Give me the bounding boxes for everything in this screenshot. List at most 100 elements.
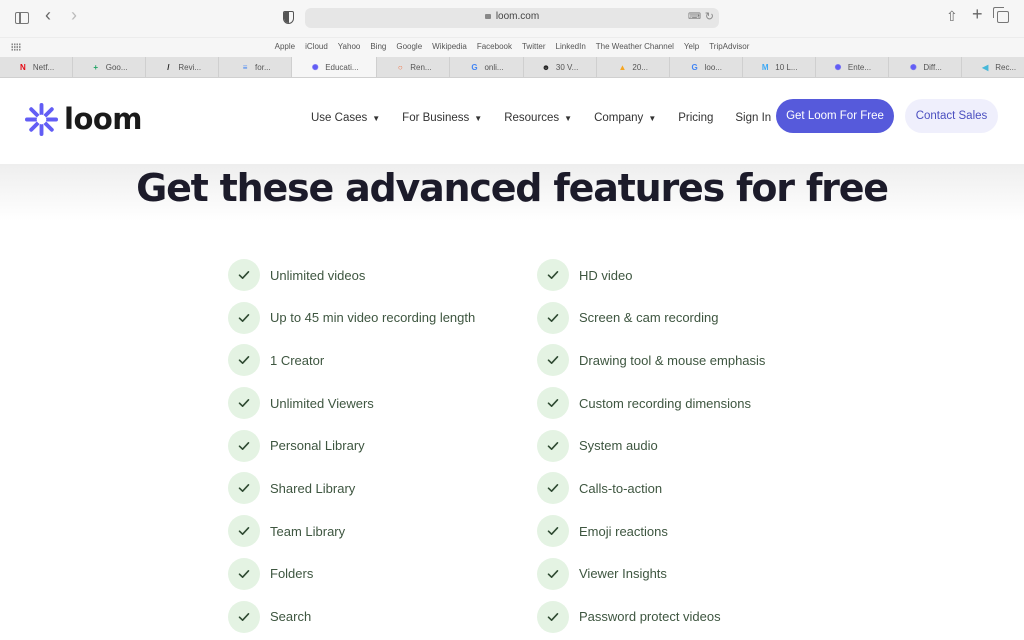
checkmark-icon <box>537 344 569 377</box>
favorite-link[interactable]: Yelp <box>684 42 699 51</box>
hero-section: Get these advanced features for free <box>0 164 1024 221</box>
checkmark-icon <box>228 600 260 633</box>
favorite-link[interactable]: TripAdvisor <box>709 42 749 51</box>
back-arrow-icon[interactable]: ‹ <box>45 6 51 24</box>
feature-label: Password protect videos <box>579 609 721 624</box>
sidebar-toggle-icon[interactable] <box>15 12 29 24</box>
loom-icon: ✺ <box>909 62 917 72</box>
feature-item: Custom recording dimensions <box>537 387 765 420</box>
tab-label: Ren... <box>410 62 432 72</box>
nav-item-label: Company <box>594 112 644 124</box>
tab-label: Revi... <box>178 62 202 72</box>
browser-tab[interactable]: ☻ 30 V... <box>524 57 597 77</box>
browser-tab[interactable]: ○ Ren... <box>377 57 451 77</box>
browser-tab[interactable]: N Netf... <box>0 57 74 77</box>
feature-item: Unlimited videos <box>228 259 475 291</box>
feature-label: Personal Library <box>270 438 365 454</box>
checkmark-icon <box>537 472 569 505</box>
feature-label: Search <box>270 609 312 624</box>
browser-tab[interactable]: Gonli... <box>450 57 524 77</box>
mountain-icon: ▲ <box>618 62 627 72</box>
netflix-icon: N <box>19 62 26 72</box>
browser-tab[interactable]: M 10 L... <box>743 57 816 77</box>
lock-icon <box>484 14 491 19</box>
favorite-link[interactable]: Facebook <box>477 42 512 51</box>
checkmark-icon <box>537 387 569 420</box>
favorite-link[interactable]: Wikipedia <box>432 42 467 51</box>
checkmark-icon <box>228 429 260 462</box>
address-bar[interactable]: loom.com ⌨ ↻ <box>305 8 719 28</box>
feature-item: Personal Library <box>228 429 475 462</box>
nav-item-for-business[interactable]: For Business ▼ <box>402 112 482 124</box>
feature-item: Calls-to-action <box>537 472 765 505</box>
feature-item: Password protect videos <box>537 600 765 633</box>
feature-item: Team Library <box>228 515 475 548</box>
browser-tab[interactable]: ✺ Educati... <box>292 57 378 77</box>
favorite-link[interactable]: Yahoo <box>338 42 361 51</box>
features-left-column: Unlimited videos Up to 45 min video recor… <box>228 259 475 640</box>
google-docs-icon: ≡ <box>242 62 248 72</box>
checkmark-icon <box>537 301 569 334</box>
feature-item: 1 Creator <box>228 344 475 377</box>
tab-label: 10 L... <box>775 62 798 72</box>
checkmark-icon <box>537 600 569 633</box>
nav-item-label: Resources <box>504 112 560 124</box>
user-icon: ☻ <box>541 62 551 72</box>
feature-item: HD video <box>537 259 765 291</box>
brand-name: loom <box>64 102 143 136</box>
tab-label: Diff... <box>923 62 942 72</box>
browser-tab[interactable]: + Goo... <box>73 57 147 77</box>
feature-item: Search <box>228 600 475 633</box>
favorite-link[interactable]: Bing <box>370 42 386 51</box>
tab-overview-icon[interactable] <box>993 7 1009 23</box>
favorite-link[interactable]: Apple <box>275 42 295 51</box>
feature-item: Up to 45 min video recording length <box>228 301 475 334</box>
browser-tab[interactable]: ✺ Diff... <box>889 57 963 77</box>
google-icon: G <box>471 62 478 72</box>
favorite-link[interactable]: Twitter <box>522 42 546 51</box>
nav-item-sign-in[interactable]: Sign In <box>735 112 771 124</box>
privacy-shield-icon[interactable] <box>283 11 294 24</box>
ring-icon: ○ <box>397 62 403 72</box>
favorites-bar: Apple iCloud Yahoo Bing Google Wikipedia Faceb… <box>0 37 1024 57</box>
browser-tab[interactable]: ≡ for... <box>219 57 293 77</box>
feature-item: Shared Library <box>228 472 475 505</box>
favorite-link[interactable]: LinkedIn <box>556 42 586 51</box>
browser-tab[interactable]: ✺ Ente... <box>816 57 890 77</box>
tab-label: onli... <box>484 62 504 72</box>
revision-icon: / <box>167 62 170 72</box>
nav-item-pricing[interactable]: Pricing <box>678 112 713 124</box>
loom-logo-icon <box>25 102 58 136</box>
caret-down-icon: ▼ <box>372 114 381 123</box>
browser-tab[interactable]: / Revi... <box>146 57 220 77</box>
translate-icon[interactable]: ⌨ <box>688 11 701 22</box>
browser-tab[interactable]: ◀ Rec... <box>962 57 1024 77</box>
favorite-link[interactable]: The Weather Channel <box>596 42 674 51</box>
caret-down-icon: ▼ <box>648 114 657 123</box>
reload-icon[interactable]: ↻ <box>705 10 714 23</box>
new-tab-icon[interactable]: + <box>972 5 983 23</box>
contact-sales-button[interactable]: Contact Sales <box>905 99 998 133</box>
tab-label: Netf... <box>32 62 55 72</box>
m-icon: M <box>761 62 769 72</box>
nav-item-resources[interactable]: Resources ▼ <box>504 112 572 124</box>
nav-item-label: Pricing <box>678 112 714 124</box>
checkmark-icon <box>228 387 260 420</box>
nav-item-label: Use Cases <box>311 112 368 124</box>
favorite-link[interactable]: iCloud <box>305 42 328 51</box>
loom-logo[interactable]: loom <box>25 102 143 136</box>
url-text: loom.com <box>495 11 540 22</box>
feature-label: Team Library <box>270 523 346 539</box>
forward-arrow-icon[interactable]: › <box>71 6 77 24</box>
checkmark-icon <box>228 259 260 291</box>
tab-label: loo... <box>704 62 722 72</box>
nav-item-use-cases[interactable]: Use Cases ▼ <box>311 112 380 124</box>
checkmark-icon <box>228 344 260 377</box>
favorite-link[interactable]: Google <box>396 42 422 51</box>
browser-tab[interactable]: ▲ 20... <box>597 57 670 77</box>
nav-item-company[interactable]: Company ▼ <box>594 112 656 124</box>
share-icon[interactable]: ⇧ <box>946 8 958 24</box>
browser-tab[interactable]: Gloo... <box>670 57 743 77</box>
feature-label: Emoji reactions <box>579 523 668 539</box>
get-loom-free-button[interactable]: Get Loom For Free <box>776 99 894 133</box>
